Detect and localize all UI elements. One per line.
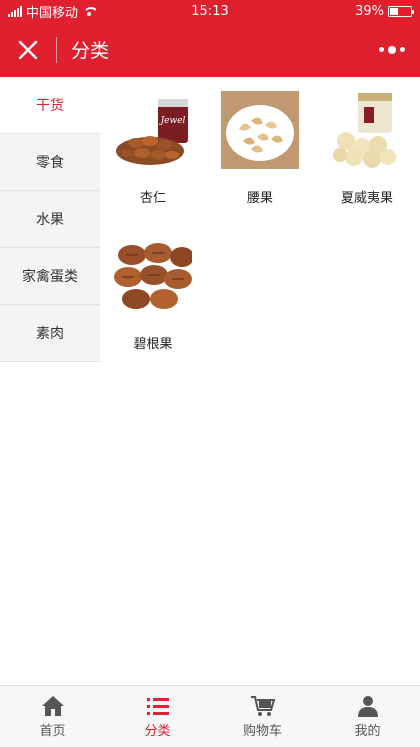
list-icon xyxy=(145,694,171,718)
product-name: 杏仁 xyxy=(139,191,166,206)
battery-icon xyxy=(388,5,414,17)
product-name: 夏威夷果 xyxy=(340,191,393,206)
product-name: 碧根果 xyxy=(133,337,173,352)
cart-icon xyxy=(250,694,276,718)
tab-label: 首页 xyxy=(39,724,66,739)
sidebar-item-vegetarian-meat[interactable]: 素肉 xyxy=(0,305,100,362)
tab-home[interactable]: 首页 xyxy=(0,686,105,747)
tab-category[interactable]: 分类 xyxy=(105,686,210,747)
category-sidebar: 干货 零食 水果 家禽蛋类 素肉 xyxy=(0,77,100,362)
sidebar-item-label: 干货 xyxy=(36,98,64,114)
status-left: 中国移动 xyxy=(8,2,97,21)
tab-label: 我的 xyxy=(354,724,381,739)
product-card[interactable]: 碧根果 xyxy=(100,237,206,352)
battery-percent: 39% xyxy=(355,3,384,19)
signal-icon xyxy=(8,5,22,17)
sidebar-item-label: 零食 xyxy=(36,155,64,171)
cashews-image xyxy=(221,91,299,169)
profile-icon xyxy=(355,694,381,718)
almonds-image: Jewel xyxy=(114,91,192,169)
nav-bar: 分类 xyxy=(0,22,420,77)
tab-label: 分类 xyxy=(144,724,171,739)
sidebar-item-label: 素肉 xyxy=(36,326,64,342)
product-card[interactable]: 夏威夷果 xyxy=(314,91,420,206)
pecans-image xyxy=(114,237,192,315)
bottom-tab-bar: 首页 分类 购物车 我的 xyxy=(0,685,420,747)
carrier-label: 中国移动 xyxy=(26,5,79,21)
product-name: 腰果 xyxy=(246,191,273,206)
close-icon xyxy=(18,40,38,59)
product-card[interactable]: 腰果 xyxy=(207,91,313,206)
status-right: 39% xyxy=(355,3,414,19)
sidebar-item-label: 家禽蛋类 xyxy=(22,269,78,285)
tab-profile[interactable]: 我的 xyxy=(315,686,420,747)
more-dot-icon xyxy=(379,47,384,52)
svg-text:Jewel: Jewel xyxy=(159,116,186,126)
sidebar-item-poultry-eggs[interactable]: 家禽蛋类 xyxy=(0,248,100,305)
home-icon xyxy=(40,694,66,718)
more-button[interactable] xyxy=(364,22,420,77)
more-dot-icon xyxy=(388,45,396,54)
wifi-icon xyxy=(82,6,97,16)
product-card[interactable]: Jewel 杏仁 xyxy=(100,91,206,206)
close-button[interactable] xyxy=(0,22,56,77)
macadamia-image xyxy=(328,91,406,169)
sidebar-item-fruit[interactable]: 水果 xyxy=(0,191,100,248)
tab-cart[interactable]: 购物车 xyxy=(210,686,315,747)
more-dot-icon xyxy=(400,47,405,52)
status-time: 15:13 xyxy=(191,3,229,19)
page-title: 分类 xyxy=(71,40,110,62)
sidebar-item-dried-goods[interactable]: 干货 xyxy=(0,77,100,134)
sidebar-item-snacks[interactable]: 零食 xyxy=(0,134,100,191)
sidebar-item-label: 水果 xyxy=(36,212,64,228)
tab-label: 购物车 xyxy=(242,724,282,739)
status-bar: 中国移动 15:13 39% xyxy=(0,0,420,22)
